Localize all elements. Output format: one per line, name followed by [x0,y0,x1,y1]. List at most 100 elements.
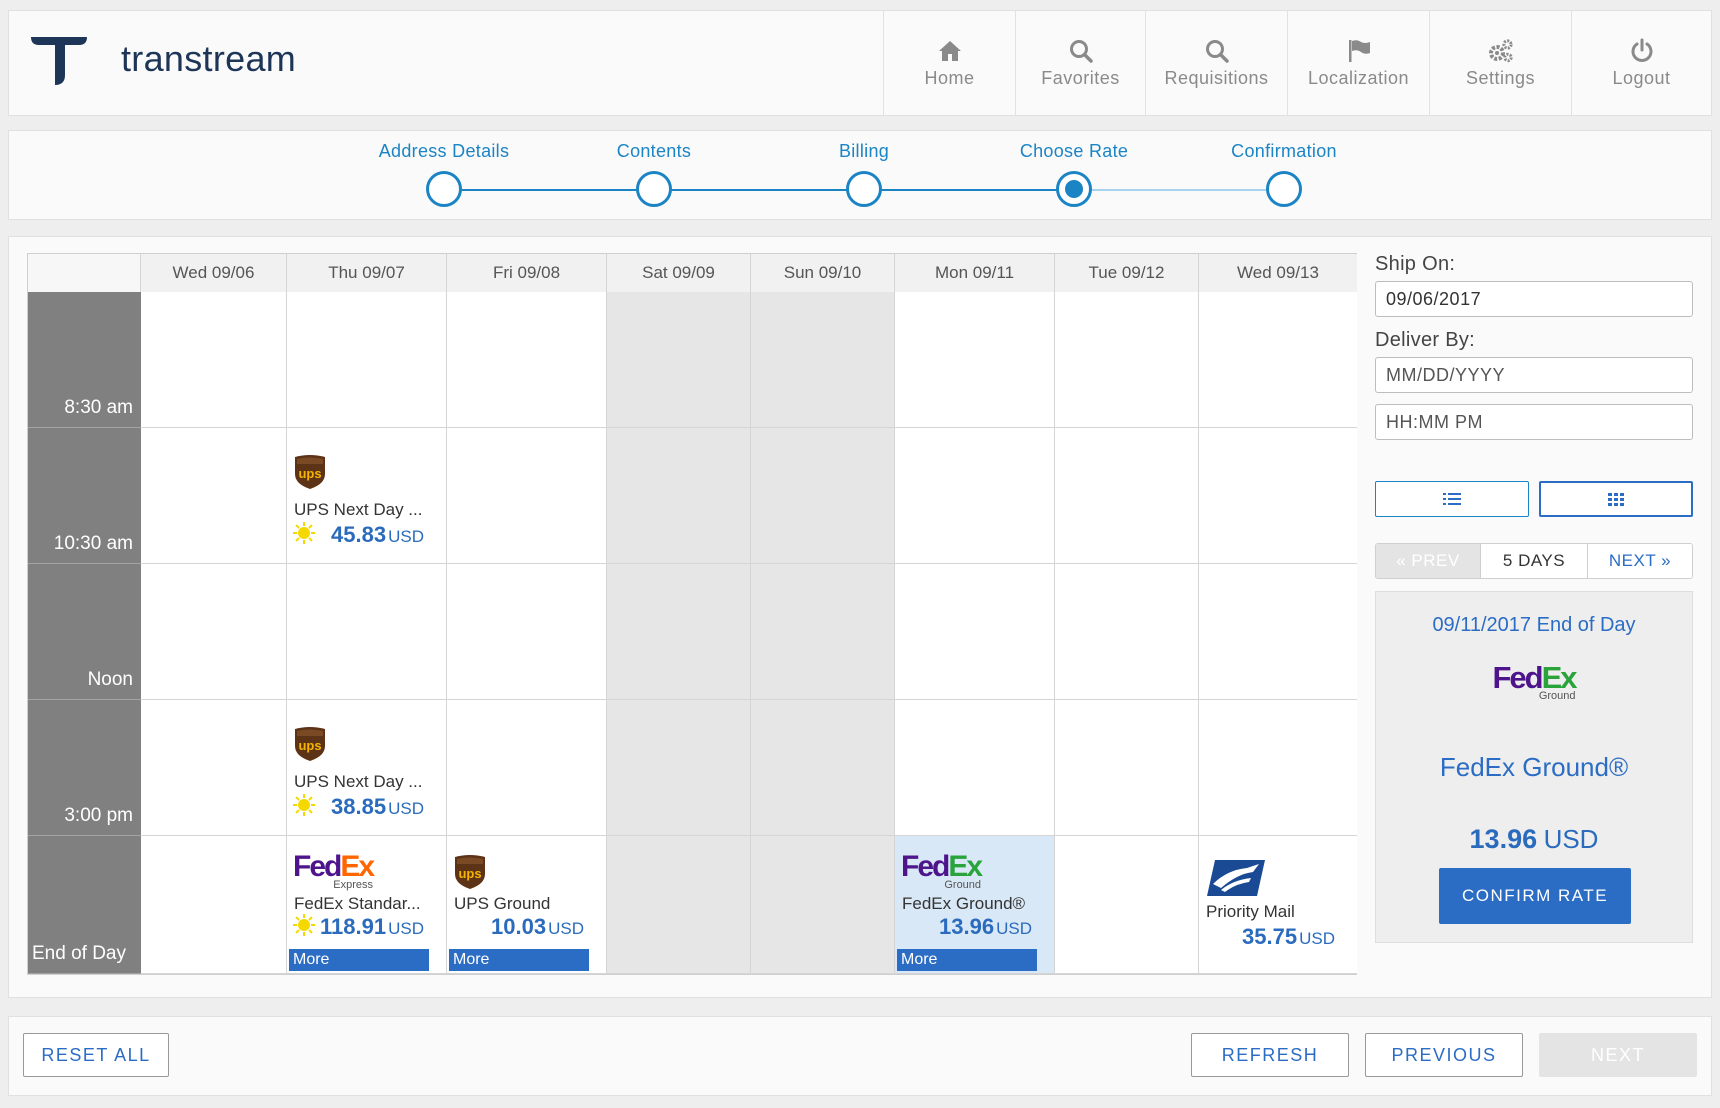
time-slot-label: 8:30 am [28,292,141,428]
rate-option-ups-next-day-1030[interactable]: ups UPS Next Day ... 45.83 USD [287,428,446,563]
calendar-cell [141,292,287,428]
step-contents[interactable]: Contents [544,131,764,207]
day-header: Tue 09/12 [1055,254,1199,292]
day-header: Sun 09/10 [751,254,895,292]
fedex-ground-logo-icon: FedEx Ground [901,852,983,891]
rate-price: 10.03 [491,914,547,939]
day-header: Sat 09/09 [607,254,751,292]
days-range-selector[interactable]: 5 DAYS [1480,544,1588,578]
step-circle [636,171,672,207]
selected-carrier-logo: FedEx Ground [1376,662,1692,702]
nav-logout[interactable]: Logout [1571,11,1711,115]
search-icon [1205,39,1229,63]
rate-price-line: 38.85 USD [331,794,424,820]
rate-price-line: 118.91 USD [320,914,424,940]
sun-icon [293,522,315,544]
rate-price-line: 13.96 USD [939,914,1032,940]
rate-option-fedex-standard-overnight[interactable]: FedEx Express FedEx Standar... 118.91 USD… [287,836,446,973]
nav-localization[interactable]: Localization [1287,11,1429,115]
nav-label: Settings [1465,67,1536,88]
more-button[interactable]: More [897,949,1037,971]
deliver-by-date-input[interactable] [1375,357,1693,393]
stepper-line-pending [1074,189,1284,191]
brand-logo[interactable]: transtream [29,29,296,89]
rate-price-line: 35.75 USD [1242,924,1335,950]
usps-eagle-logo-icon [1207,860,1265,896]
ups-logo-icon: ups [295,727,325,761]
next-button[interactable]: NEXT [1539,1033,1697,1077]
rate-option-fedex-ground[interactable]: FedEx Ground FedEx Ground® 13.96 USD More [895,836,1054,973]
nav-requisitions[interactable]: Requisitions [1145,11,1287,115]
prev-page-button[interactable]: « PREV [1376,544,1480,578]
rate-price: 13.96 [939,914,995,939]
rate-price: 45.83 [331,522,387,547]
calendar-cell [141,564,287,700]
nav-settings[interactable]: Settings [1429,11,1571,115]
step-billing[interactable]: Billing [754,131,974,207]
selected-rate-price: 13.96 [1469,824,1538,854]
calendar-cell [751,428,895,564]
selected-rate-date: 09/11/2017 End of Day [1432,614,1636,636]
calendar-cell [1055,564,1199,700]
gears-icon [1488,38,1513,62]
ups-logo-text: ups [458,866,481,881]
rate-option-usps-priority-mail[interactable]: Priority Mail 35.75 USD [1199,836,1357,973]
calendar-cell-thu-300pm: ups UPS Next Day ... 38.85 USD [287,700,447,836]
nav-home[interactable]: Home [883,11,1015,115]
nav-label: Logout [1612,67,1671,88]
calendar-cell-wed2-eod: Priority Mail 35.75 USD [1199,836,1357,974]
calendar-cell [1199,564,1357,700]
selected-rate-service: FedEx Ground® [1439,752,1629,782]
nav-label: Localization [1307,67,1410,88]
step-address-details[interactable]: Address Details [334,131,554,207]
ship-on-date-input[interactable] [1375,281,1693,317]
day-header: Mon 09/11 [895,254,1055,292]
grid-icon [1608,493,1624,506]
calendar-cell [895,564,1055,700]
ups-logo-text: ups [298,466,321,481]
step-circle [426,171,462,207]
grid-view-button[interactable] [1539,481,1693,517]
nav-label: Favorites [1041,67,1120,88]
calendar-cell [141,428,287,564]
calendar-cell [141,700,287,836]
next-page-button[interactable]: NEXT » [1588,544,1692,578]
calendar-cell [751,292,895,428]
rate-currency: USD [388,919,424,938]
step-confirmation[interactable]: Confirmation [1174,131,1394,207]
rate-price: 35.75 [1242,924,1298,949]
calendar-cell [607,836,751,974]
step-label: Contents [616,141,692,161]
previous-button[interactable]: PREVIOUS [1365,1033,1523,1077]
rate-option-ups-next-day-300pm[interactable]: ups UPS Next Day ... 38.85 USD [287,700,446,835]
rate-price-line: 10.03 USD [491,914,584,940]
rate-option-ups-ground[interactable]: ups UPS Ground 10.03 USD More [447,836,606,973]
confirm-rate-button[interactable]: CONFIRM RATE [1439,868,1631,924]
nav-label: Requisitions [1164,67,1269,88]
refresh-button[interactable]: REFRESH [1191,1033,1349,1077]
calendar-cell [607,564,751,700]
rate-service-name: UPS Ground [454,894,551,913]
deliver-by-time-input[interactable] [1375,404,1693,440]
transtream-logo-icon [31,37,87,85]
rate-price: 38.85 [331,794,387,819]
selected-rate-summary: 09/11/2017 End of Day FedEx Ground FedEx… [1375,591,1693,943]
reset-all-button[interactable]: RESET ALL [23,1033,169,1077]
rate-currency: USD [996,919,1032,938]
calendar-cell [751,836,895,974]
rate-panel: Wed 09/06 Thu 09/07 Fri 09/08 Sat 09/09 … [8,236,1712,998]
progress-stepper: Address Details Contents Billing Choose … [8,130,1712,220]
more-button[interactable]: More [449,949,589,971]
calendar-cell-thu-eod: FedEx Express FedEx Standar... 118.91 USD… [287,836,447,974]
step-choose-rate[interactable]: Choose Rate [964,131,1184,207]
calendar-cell [287,292,447,428]
list-view-button[interactable] [1375,481,1529,517]
calendar-cell [607,700,751,836]
nav-favorites[interactable]: Favorites [1015,11,1145,115]
step-label: Confirmation [1231,141,1337,161]
more-button[interactable]: More [289,949,429,971]
fedex-ground-logo-icon: FedEx Ground [1492,662,1577,702]
calendar-cell [607,292,751,428]
calendar-cell [1055,836,1199,974]
calendar-cell [141,836,287,974]
